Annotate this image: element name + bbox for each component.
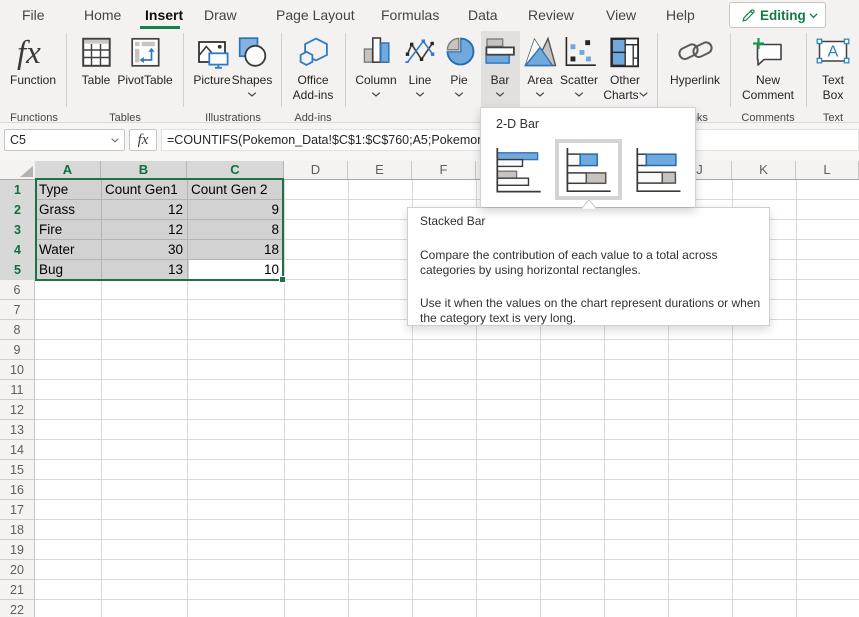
svg-text:A: A — [828, 44, 839, 61]
